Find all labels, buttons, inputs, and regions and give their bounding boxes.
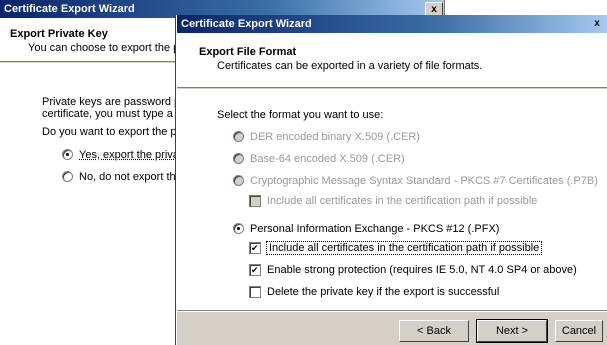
pfx-delete-key-checkbox-icon[interactable] xyxy=(249,286,261,298)
option-yes-export-key[interactable]: Yes, export the private xyxy=(62,149,188,161)
foreground-title-bar: Certificate Export Wizard x xyxy=(177,15,607,33)
pfx-strong-protection-checkbox-icon[interactable] xyxy=(249,264,261,276)
format-base64-label: Base-64 encoded X.509 (.CER) xyxy=(250,153,405,165)
option-yes-label: Yes, export the private xyxy=(79,149,189,161)
background-intro-line-2: certificate, you must type a pas xyxy=(42,108,194,120)
radio-no-icon[interactable] xyxy=(62,171,73,182)
format-option-base64[interactable]: Base-64 encoded X.509 (.CER) xyxy=(233,153,405,165)
pfx-strong-protection-option[interactable]: Enable strong protection (requires IE 5.… xyxy=(249,264,577,276)
foreground-close-icon[interactable]: x xyxy=(589,17,605,31)
back-button[interactable]: < Back xyxy=(399,320,469,342)
foreground-body: Select the format you want to use: DER e… xyxy=(177,89,607,310)
radio-pfx-icon[interactable] xyxy=(233,223,244,234)
p7b-include-all-checkbox-icon[interactable] xyxy=(249,195,261,207)
pfx-include-all-label: Include all certificates in the certific… xyxy=(265,241,543,255)
next-button[interactable]: Next > xyxy=(476,319,548,343)
foreground-wizard-window: Certificate Export Wizard x Export File … xyxy=(176,15,607,345)
cancel-button[interactable]: Cancel xyxy=(555,320,603,342)
pfx-include-all-option[interactable]: Include all certificates in the certific… xyxy=(249,241,543,255)
radio-der-icon[interactable] xyxy=(233,131,244,142)
option-no-label: No, do not export the p xyxy=(79,171,191,183)
select-format-prompt: Select the format you want to use: xyxy=(217,109,384,121)
p7b-include-all-label: Include all certificates in the certific… xyxy=(267,195,538,207)
pfx-strong-protection-label: Enable strong protection (requires IE 5.… xyxy=(267,264,577,276)
radio-yes-icon[interactable] xyxy=(62,149,73,160)
pfx-delete-key-option[interactable]: Delete the private key if the export is … xyxy=(249,286,499,298)
format-option-p7b[interactable]: Cryptographic Message Syntax Standard - … xyxy=(233,175,598,187)
radio-p7b-icon[interactable] xyxy=(233,175,244,186)
foreground-window-title: Certificate Export Wizard xyxy=(181,18,312,30)
format-option-der[interactable]: DER encoded binary X.509 (.CER) xyxy=(233,131,420,143)
format-der-label: DER encoded binary X.509 (.CER) xyxy=(250,131,420,143)
p7b-include-all-option[interactable]: Include all certificates in the certific… xyxy=(249,195,537,207)
radio-base64-icon[interactable] xyxy=(233,153,244,164)
foreground-header: Export File Format Certificates can be e… xyxy=(177,33,607,88)
background-question: Do you want to export the priva xyxy=(42,126,195,138)
pfx-include-all-checkbox-icon[interactable] xyxy=(249,242,261,254)
format-p7b-label: Cryptographic Message Syntax Standard - … xyxy=(250,175,598,187)
option-no-export-key[interactable]: No, do not export the p xyxy=(62,171,191,183)
format-pfx-label: Personal Information Exchange - PKCS #12… xyxy=(250,223,500,235)
footer-separator xyxy=(177,310,607,312)
format-option-pfx[interactable]: Personal Information Exchange - PKCS #12… xyxy=(233,223,499,235)
pfx-delete-key-label: Delete the private key if the export is … xyxy=(267,286,500,298)
foreground-header-title: Export File Format xyxy=(199,46,297,58)
background-window-title: Certificate Export Wizard xyxy=(4,3,135,15)
foreground-header-subtitle: Certificates can be exported in a variet… xyxy=(217,60,483,72)
